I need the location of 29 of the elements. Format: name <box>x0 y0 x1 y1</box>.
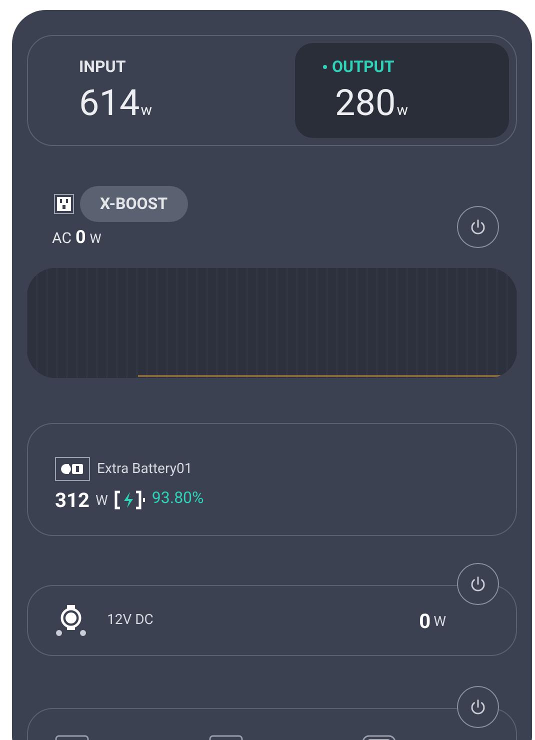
ac-label: AC <box>52 228 72 249</box>
summary-tab[interactable]: INPUT 614w <box>35 43 265 138</box>
dc-label: 12V DC <box>107 611 154 630</box>
battery-name: Extra Battery01 <box>97 460 192 478</box>
power-button[interactable] <box>457 686 499 728</box>
dc-value: 0 <box>419 608 431 634</box>
summary-unit: w <box>396 100 408 121</box>
battery-percent: 93.80% <box>152 487 204 509</box>
power-icon <box>469 218 487 236</box>
power-icon <box>469 575 487 593</box>
summary-label: INPUT <box>79 56 126 78</box>
summary-unit: w <box>140 100 152 121</box>
summary-label: OUTPUT <box>332 56 394 78</box>
summary-value: 280 <box>335 81 396 125</box>
charging-battery-icon <box>114 490 146 510</box>
battery-output-value: 312 <box>55 487 90 514</box>
ac-outlet-icon <box>54 194 74 214</box>
power-button[interactable] <box>457 563 499 605</box>
ac-unit: W <box>90 231 102 249</box>
dc-socket-icon <box>55 604 87 638</box>
power-button[interactable] <box>457 206 499 248</box>
summary-value: 614 <box>79 81 140 125</box>
dc-unit: W <box>434 612 446 632</box>
ac-value: 0 <box>75 226 86 250</box>
x-boost-badge: X-BOOST <box>80 186 188 222</box>
battery-pack-icon <box>55 457 90 481</box>
summary-tab[interactable]: OUTPUT 280w <box>295 43 509 138</box>
power-icon <box>469 698 487 716</box>
battery-output-unit: W <box>95 492 108 511</box>
